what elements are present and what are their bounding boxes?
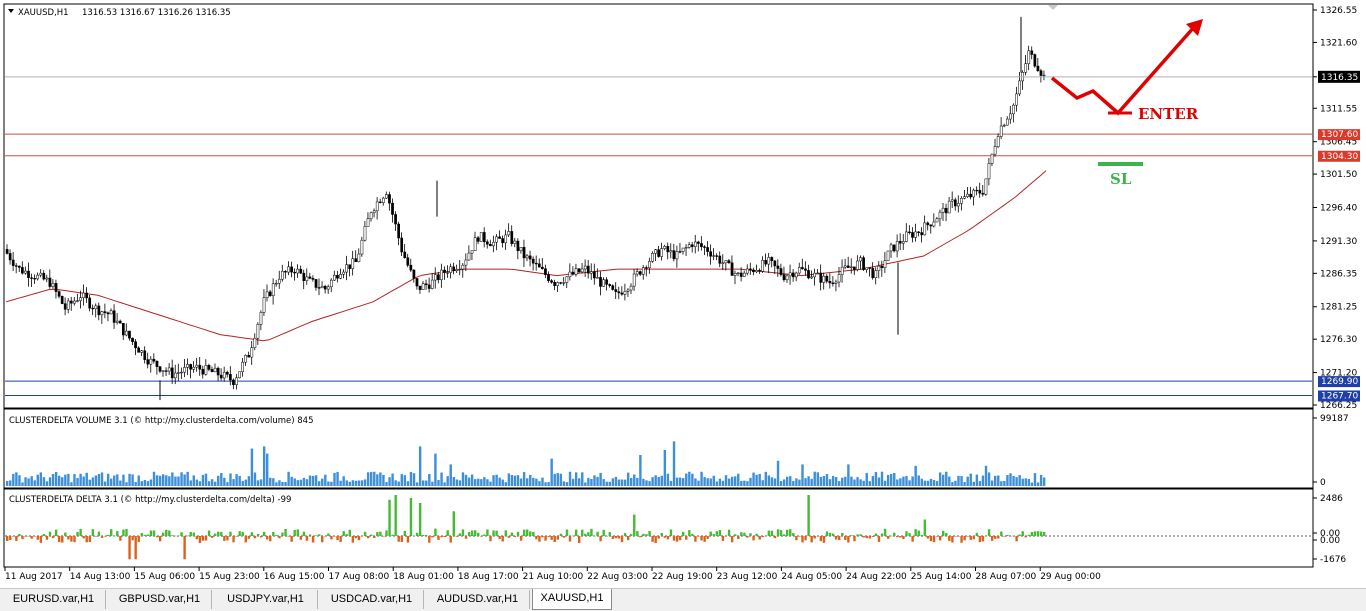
price-tick-label: 1286.35 xyxy=(1320,269,1357,279)
time-axis: 11 Aug 2017 14 Aug 13:00 15 Aug 06:00 15 Au… xyxy=(4,567,1101,582)
symbol-tabs: EURUSD.var,H1 GBPUSD.var,H1 USDJPY.var,H1 U… xyxy=(0,588,1366,611)
symbol-label: XAUUSD,H1 xyxy=(18,8,69,18)
volume-tick-zero: 0 xyxy=(1320,478,1326,488)
time-tick-label: 17 Aug 08:00 xyxy=(329,572,390,582)
ohlc-values: 1316.53 1316.67 1316.26 1316.35 xyxy=(82,8,231,18)
time-tick-label: 21 Aug 10:00 xyxy=(523,572,584,582)
terminal-window: XAUUSD,H1 1316.53 1316.67 1316.26 1316.3… xyxy=(0,0,1366,611)
tab-gbpusd-var-h1[interactable]: GBPUSD.var,H1 xyxy=(108,590,212,609)
time-tick-label: 22 Aug 19:00 xyxy=(652,572,713,582)
delta-tick-zero-b: 0.00 xyxy=(1320,536,1340,546)
time-tick-label: 15 Aug 06:00 xyxy=(134,572,195,582)
time-tick-label: 18 Aug 01:00 xyxy=(393,572,454,582)
price-tick-label: 1276.30 xyxy=(1320,335,1357,345)
level-label: 1304.30 xyxy=(1321,152,1358,162)
tab-eurusd-var-h1[interactable]: EURUSD.var,H1 xyxy=(2,590,106,609)
volume-title: CLUSTERDELTA VOLUME 3.1 (© http://my.clu… xyxy=(9,416,313,426)
price-axis: 1326.551321.601316.351311.551306.451301.… xyxy=(1313,6,1357,411)
tab-usdjpy-var-h1[interactable]: USDJPY.var,H1 xyxy=(214,590,318,609)
annotation-sl: SL xyxy=(1110,170,1132,188)
tab-audusd-var-h1[interactable]: AUDUSD.var,H1 xyxy=(426,590,530,609)
volume-tick-max: 99187 xyxy=(1320,414,1349,424)
price-tick-label: 1301.50 xyxy=(1320,170,1357,180)
delta-title: CLUSTERDELTA DELTA 3.1 (© http://my.clus… xyxy=(9,495,291,505)
time-tick-label: 29 Aug 00:00 xyxy=(1040,572,1101,582)
level-label: 1307.60 xyxy=(1321,130,1358,140)
price-tick-label: 1266.25 xyxy=(1320,401,1357,411)
price-tick-label: 1311.55 xyxy=(1320,104,1357,114)
time-tick-label: 28 Aug 07:00 xyxy=(976,572,1037,582)
time-tick-label: 14 Aug 13:00 xyxy=(70,572,131,582)
time-tick-label: 16 Aug 15:00 xyxy=(264,572,325,582)
time-tick-label: 18 Aug 17:00 xyxy=(458,572,519,582)
annotation-enter: ENTER xyxy=(1138,105,1199,123)
level-label: 1269.90 xyxy=(1321,377,1358,387)
price-tick-label: 1296.40 xyxy=(1320,204,1357,214)
time-tick-label: 24 Aug 22:00 xyxy=(846,572,907,582)
chart-header: XAUUSD,H1 1316.53 1316.67 1316.26 1316.3… xyxy=(8,8,231,18)
price-chart[interactable]: XAUUSD,H1 1316.53 1316.67 1316.26 1316.3… xyxy=(0,0,1366,588)
time-tick-label: 24 Aug 05:00 xyxy=(781,572,842,582)
delta-tick-max: 2486 xyxy=(1320,494,1343,504)
level-label: 1267.70 xyxy=(1321,392,1358,402)
tab-usdcad-var-h1[interactable]: USDCAD.var,H1 xyxy=(320,590,424,609)
time-tick-label: 23 Aug 12:00 xyxy=(717,572,778,582)
price-tick-label: 1291.30 xyxy=(1320,237,1357,247)
time-tick-label: 11 Aug 2017 xyxy=(5,572,63,582)
current-price-label: 1316.35 xyxy=(1321,73,1358,83)
price-tick-label: 1321.60 xyxy=(1320,38,1357,48)
price-tick-label: 1281.25 xyxy=(1320,303,1357,313)
time-tick-label: 25 Aug 14:00 xyxy=(911,572,972,582)
price-tick-label: 1326.55 xyxy=(1320,6,1357,16)
delta-tick-min: -1676 xyxy=(1320,555,1346,565)
time-tick-label: 15 Aug 23:00 xyxy=(199,572,260,582)
time-tick-label: 22 Aug 03:00 xyxy=(587,572,648,582)
tab-xauusd-h1[interactable]: XAUUSD,H1 xyxy=(532,589,612,610)
